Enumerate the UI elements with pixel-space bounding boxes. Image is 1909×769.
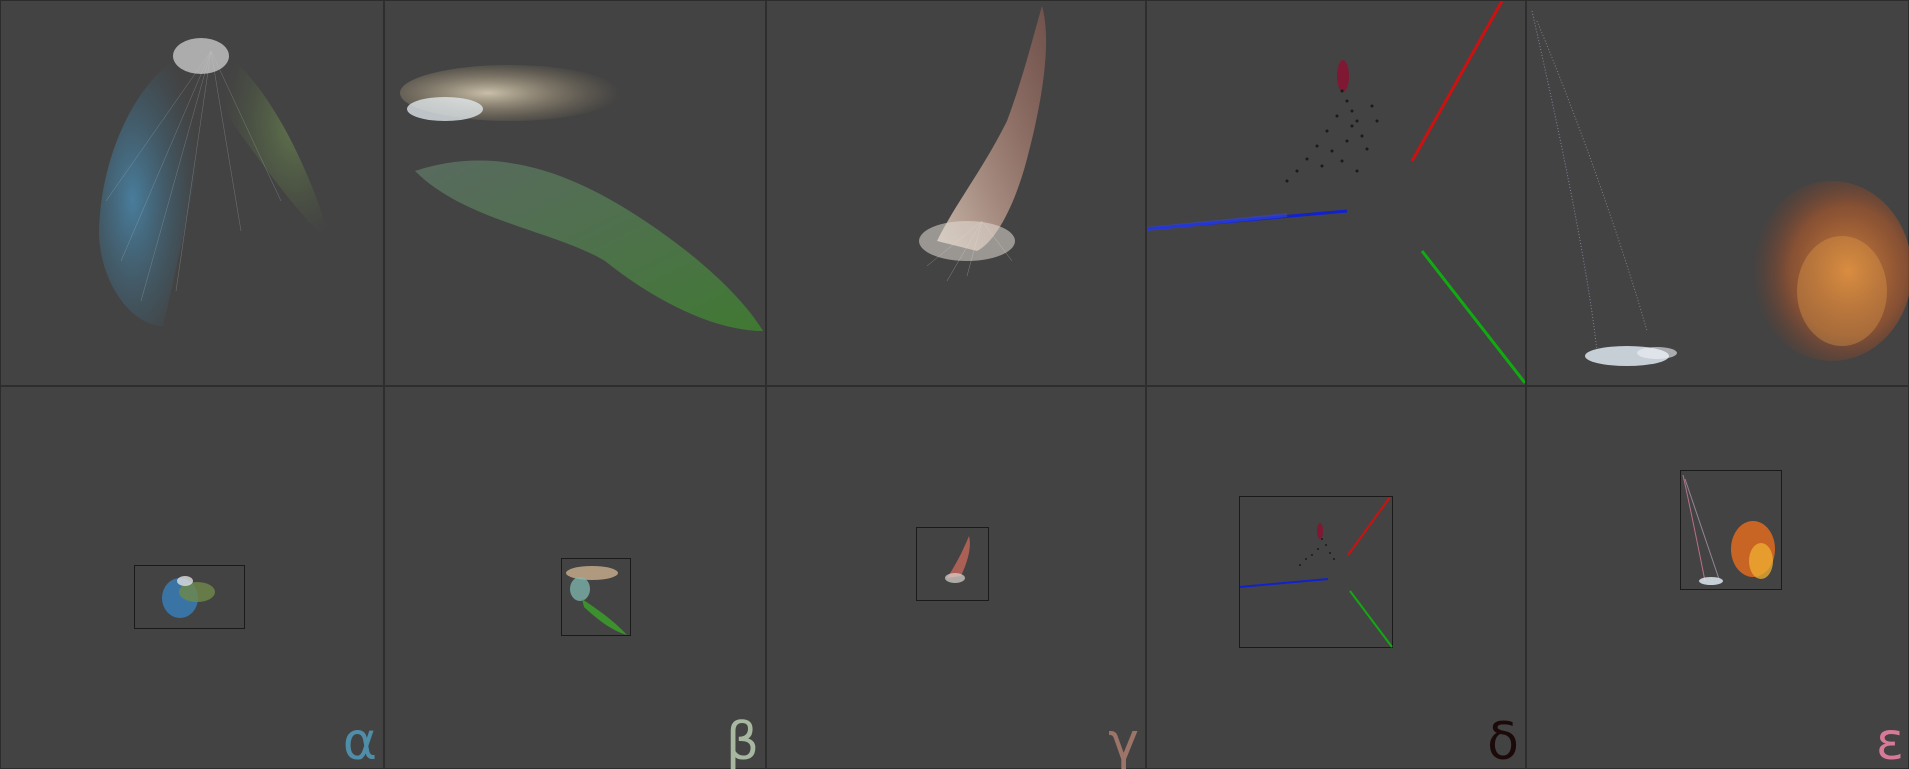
minimap-frame-epsilon[interactable]: [1680, 470, 1782, 590]
view-label-alpha: α: [342, 712, 377, 769]
view-alpha-main[interactable]: [1, 1, 385, 387]
point-cloud-beta: [400, 65, 763, 331]
view-beta-main[interactable]: [385, 1, 767, 387]
minimap-cloud-gamma: [945, 536, 970, 583]
minimap-frame-alpha[interactable]: [134, 565, 245, 629]
view-epsilon-main[interactable]: [1527, 1, 1909, 387]
view-label-gamma: γ: [1108, 712, 1139, 769]
minimap-cloud-alpha: [162, 576, 215, 618]
view-beta-overview[interactable]: β: [385, 387, 767, 769]
point-cloud-gamma: [919, 6, 1047, 282]
minimap-cloud-delta: [1240, 497, 1393, 648]
view-delta-main[interactable]: [1147, 1, 1527, 387]
view-label-epsilon: ε: [1875, 712, 1904, 769]
view-alpha-overview[interactable]: α: [1, 387, 385, 769]
minimap-cloud-epsilon: [1682, 474, 1775, 585]
view-label-beta: β: [725, 712, 759, 769]
minimap-frame-beta[interactable]: [561, 558, 631, 636]
point-cloud-epsilon: [1531, 10, 1909, 366]
minimap-cloud-beta: [566, 566, 627, 635]
point-cloud-alpha: [99, 38, 331, 326]
view-gamma-overview[interactable]: γ: [767, 387, 1147, 769]
view-label-delta: δ: [1487, 712, 1519, 769]
minimap-frame-gamma[interactable]: [916, 527, 989, 601]
view-epsilon-overview[interactable]: ε: [1527, 387, 1909, 769]
point-cloud-delta: [1147, 1, 1525, 384]
minimap-frame-delta[interactable]: [1239, 496, 1393, 648]
viewport-grid: α β γ δ ε: [0, 0, 1909, 769]
view-gamma-main[interactable]: [767, 1, 1147, 387]
view-delta-overview[interactable]: δ: [1147, 387, 1527, 769]
